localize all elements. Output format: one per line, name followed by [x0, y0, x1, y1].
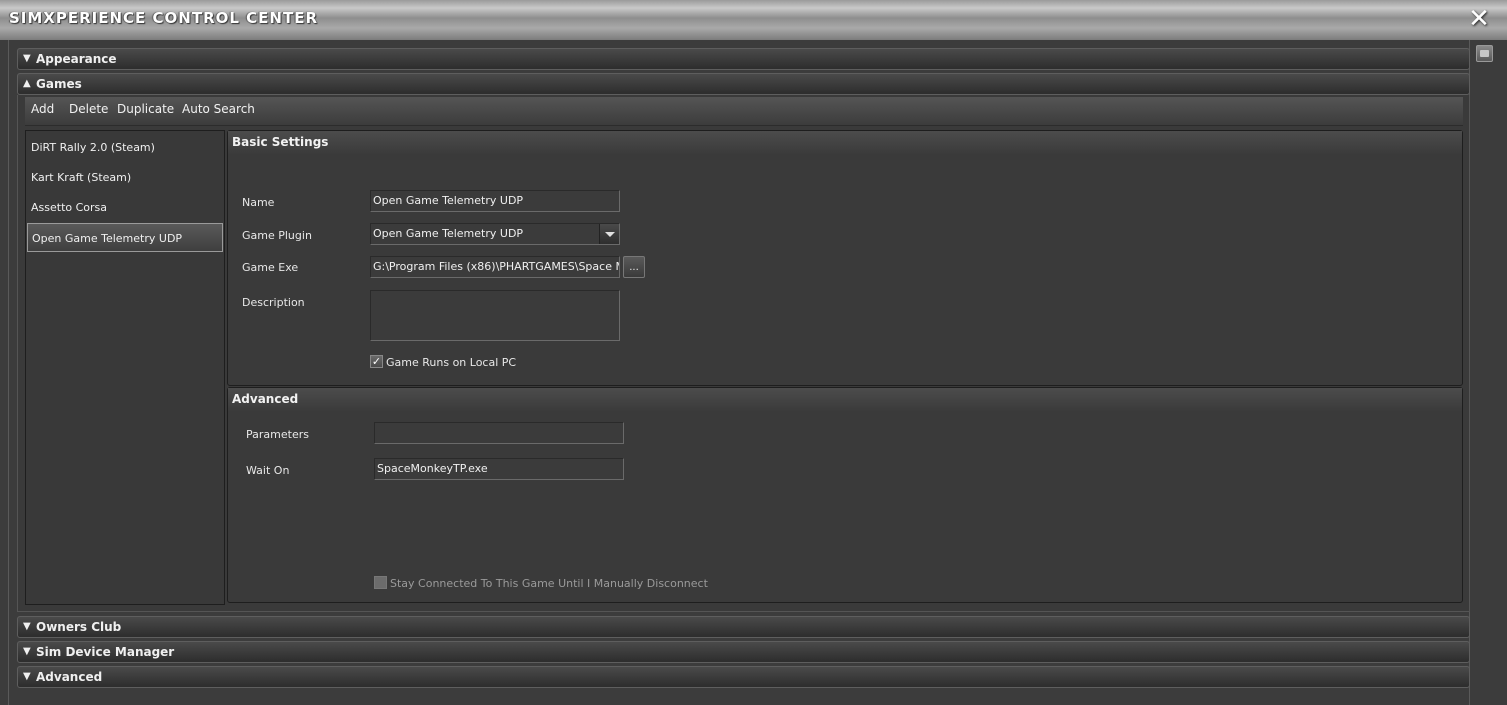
- chevron-down-icon: ▼: [23, 646, 31, 657]
- browse-button[interactable]: ...: [623, 256, 645, 278]
- stay-connected-checkbox[interactable]: [374, 576, 387, 589]
- section-appearance-header[interactable]: ▼ Appearance: [17, 48, 1470, 70]
- chevron-down-icon: ▼: [23, 621, 31, 632]
- title-bar[interactable]: SIMXPERIENCE CONTROL CENTER ✕: [0, 0, 1507, 40]
- game-plugin-value: Open Game Telemetry UDP: [373, 227, 524, 240]
- parameters-field[interactable]: [374, 422, 624, 444]
- name-label: Name: [242, 196, 275, 209]
- section-games-label: Games: [36, 77, 82, 91]
- scrollbar-up-button[interactable]: [1476, 45, 1493, 62]
- wait-on-field[interactable]: SpaceMonkeyTP.exe: [374, 458, 624, 480]
- list-item[interactable]: DiRT Rally 2.0 (Steam): [27, 133, 223, 162]
- chevron-down-icon: ▼: [23, 671, 31, 682]
- list-item-selected[interactable]: Open Game Telemetry UDP: [27, 223, 223, 252]
- game-plugin-label: Game Plugin: [242, 229, 312, 242]
- section-sim-device-manager-label: Sim Device Manager: [36, 645, 175, 659]
- chevron-down-icon: ▼: [23, 53, 31, 64]
- stay-connected-label: Stay Connected To This Game Until I Manu…: [390, 577, 708, 590]
- section-games-header[interactable]: ▲ Games: [17, 73, 1470, 95]
- basic-settings-title: Basic Settings: [228, 131, 1462, 155]
- list-item[interactable]: Kart Kraft (Steam): [27, 163, 223, 192]
- game-exe-label: Game Exe: [242, 261, 299, 274]
- games-toolbar: Add Delete Duplicate Auto Search: [25, 97, 1463, 126]
- description-field[interactable]: [370, 290, 620, 341]
- delete-button[interactable]: Delete: [69, 102, 108, 116]
- local-pc-label: Game Runs on Local PC: [386, 356, 517, 369]
- duplicate-button[interactable]: Duplicate: [117, 102, 174, 116]
- chevron-up-icon: ▲: [23, 78, 31, 89]
- list-item[interactable]: Assetto Corsa: [27, 193, 223, 222]
- section-sim-device-manager-header[interactable]: ▼ Sim Device Manager: [17, 641, 1470, 663]
- description-label: Description: [242, 296, 305, 309]
- section-advanced-label: Advanced: [36, 670, 103, 684]
- game-plugin-select[interactable]: Open Game Telemetry UDP: [370, 223, 620, 245]
- section-appearance-label: Appearance: [36, 52, 117, 66]
- window-title: SIMXPERIENCE CONTROL CENTER: [9, 9, 318, 27]
- section-advanced-header[interactable]: ▼ Advanced: [17, 666, 1470, 688]
- parameters-label: Parameters: [246, 428, 309, 441]
- name-field[interactable]: Open Game Telemetry UDP: [370, 190, 620, 212]
- auto-search-button[interactable]: Auto Search: [182, 102, 255, 116]
- wait-on-label: Wait On: [246, 464, 290, 477]
- chevron-down-icon[interactable]: [599, 224, 619, 244]
- basic-settings-panel: Basic Settings Name Open Game Telemetry …: [227, 130, 1463, 386]
- add-button[interactable]: Add: [31, 102, 54, 116]
- advanced-settings-panel: Advanced Parameters Wait On SpaceMonkeyT…: [227, 387, 1463, 603]
- section-owners-club-label: Owners Club: [36, 620, 122, 634]
- local-pc-checkbox[interactable]: ✓: [370, 355, 383, 368]
- section-owners-club-header[interactable]: ▼ Owners Club: [17, 616, 1470, 638]
- game-exe-field[interactable]: G:\Program Files (x86)\PHARTGAMES\Space …: [370, 256, 620, 278]
- advanced-settings-title: Advanced: [228, 388, 1462, 412]
- close-icon[interactable]: ✕: [1466, 6, 1492, 32]
- games-list[interactable]: DiRT Rally 2.0 (Steam) Kart Kraft (Steam…: [25, 130, 225, 605]
